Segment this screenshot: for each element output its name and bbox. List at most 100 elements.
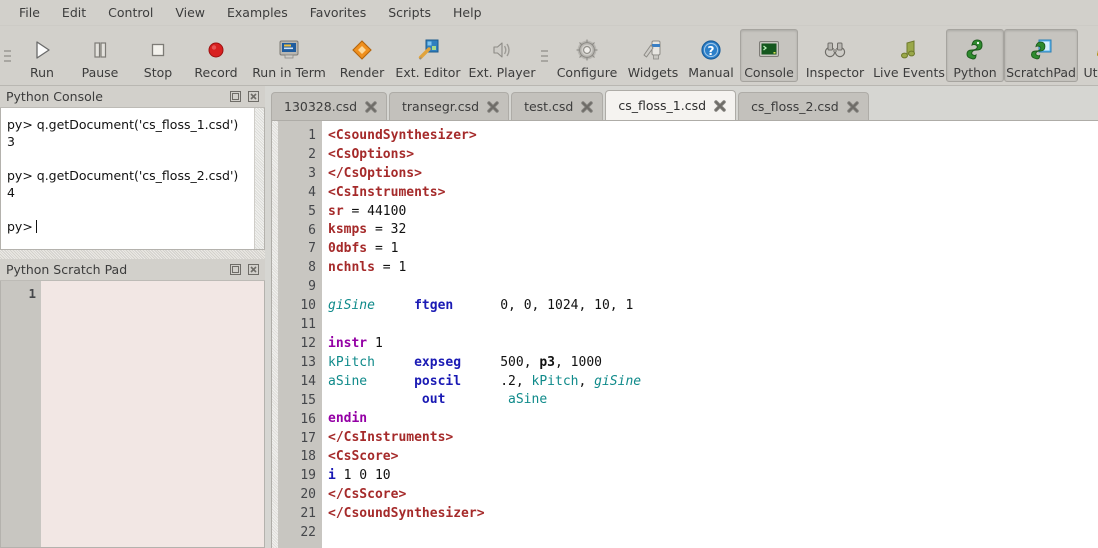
toolbar-drag-handle[interactable] — [539, 39, 550, 73]
editor-code-area[interactable]: <CsoundSynthesizer> <CsOptions> </CsOption… — [322, 121, 1098, 548]
code-token: = — [367, 241, 391, 257]
close-icon[interactable] — [246, 89, 261, 104]
editor-line-number: 22 — [300, 525, 316, 541]
code-token: p3 — [539, 354, 556, 370]
python-console-title: Python Console — [6, 89, 103, 104]
tab-close-icon[interactable] — [846, 100, 860, 114]
code-line: sr = 44100 — [328, 203, 1098, 222]
document-tabbar: 130328.csd transegr.csd test.csd cs_floss_1… — [265, 86, 1098, 120]
toolbar-drag-handle[interactable] — [2, 39, 13, 73]
toolbar-button-stop[interactable]: Stop — [129, 29, 187, 82]
scratch-pad-text[interactable] — [41, 281, 264, 547]
code-token: 32 — [390, 222, 407, 238]
code-token: 44100 — [367, 203, 407, 219]
menu-item-help[interactable]: Help — [442, 1, 493, 25]
menu-item-scripts[interactable]: Scripts — [377, 1, 442, 25]
python-console-output[interactable]: py> q.getDocument('cs_floss_1.csd') 3 py> … — [0, 108, 265, 250]
dock-splitter[interactable] — [0, 250, 265, 259]
toolbar-button-ext-editor[interactable]: Ext. Editor — [391, 29, 465, 82]
toolbar-button-widgets[interactable]: Widgets — [624, 29, 682, 82]
toolbar-button-label: Run in Term — [252, 65, 326, 80]
editor-line-number: 7 — [308, 241, 316, 257]
menu-item-file[interactable]: File — [8, 1, 51, 25]
tab-label: cs_floss_2.csd — [751, 99, 839, 114]
toolbar-button-label: Configure — [556, 65, 618, 80]
code-line: nchnls = 1 — [328, 259, 1098, 278]
code-token: </CsOptions> — [328, 165, 422, 181]
toolbar-button-configure[interactable]: Configure — [550, 29, 624, 82]
menu-item-favorites[interactable]: Favorites — [299, 1, 377, 25]
code-line: aSine poscil .2, kPitch, giSine — [328, 373, 1098, 392]
code-line: </CsScore> — [328, 486, 1098, 505]
tab-close-icon[interactable] — [713, 99, 727, 113]
float-icon[interactable] — [228, 89, 243, 104]
tab-label: transegr.csd — [402, 99, 480, 114]
code-token: i — [328, 468, 336, 484]
toolbar-button-label: Inspector — [805, 65, 865, 80]
toolbar-button-label: Stop — [143, 65, 173, 80]
console-prompt-text: py> — [7, 219, 33, 234]
terminal-run-icon — [276, 35, 302, 65]
document-tab-test-csd[interactable]: test.csd — [511, 92, 604, 120]
toolbar-button-label: Widgets — [627, 65, 679, 80]
document-tab-transegr-csd[interactable]: transegr.csd — [389, 92, 510, 120]
tab-label: cs_floss_1.csd — [618, 98, 707, 113]
console-prompt[interactable]: py> — [7, 218, 248, 235]
toolbar-button-label: Record — [194, 65, 238, 80]
toolbar-button-scratchpad[interactable]: ScratchPad — [1004, 29, 1078, 82]
toolbar-button-inspector[interactable]: Inspector — [798, 29, 872, 82]
tab-close-icon[interactable] — [364, 100, 378, 114]
close-icon[interactable] — [246, 262, 261, 277]
menu-item-edit[interactable]: Edit — [51, 1, 97, 25]
toolbar-button-ext-player[interactable]: Ext. Player — [465, 29, 539, 82]
editor-line-number: 10 — [300, 298, 316, 314]
console-scrollbar[interactable] — [254, 108, 264, 249]
code-token: <CsScore> — [328, 449, 399, 465]
tab-close-icon[interactable] — [486, 100, 500, 114]
code-token: 0dbfs — [328, 241, 368, 257]
toolbar-button-label: Ext. Editor — [395, 65, 461, 80]
toolbar-button-utilities[interactable]: Utilities — [1078, 29, 1098, 82]
float-icon[interactable] — [228, 262, 243, 277]
svg-text:?: ? — [708, 44, 715, 58]
toolbar-button-label: ScratchPad — [1006, 65, 1076, 80]
toolbar-button-label: Python — [953, 65, 997, 80]
code-line: </CsOptions> — [328, 165, 1098, 184]
toolbar-button-manual[interactable]: ? Manual — [682, 29, 740, 82]
console-icon — [756, 35, 782, 65]
toolbar-button-run[interactable]: Run — [13, 29, 71, 82]
code-line: <CsInstruments> — [328, 184, 1098, 203]
menu-item-view[interactable]: View — [164, 1, 216, 25]
toolbar-button-record[interactable]: Record — [187, 29, 245, 82]
editor-column: 130328.csd transegr.csd test.csd cs_floss_1… — [265, 86, 1098, 548]
scratch-pad-gutter: 1 — [1, 281, 41, 547]
toolbar-button-pause[interactable]: Pause — [71, 29, 129, 82]
help-circle-icon: ? — [698, 35, 724, 65]
toolbar-button-console[interactable]: Console — [740, 29, 798, 82]
code-token: = — [343, 203, 368, 219]
console-line: py> q.getDocument('cs_floss_2.csd') — [7, 168, 239, 183]
toolbar-button-python[interactable]: Python — [946, 29, 1004, 82]
menu-item-control[interactable]: Control — [97, 1, 164, 25]
toolbar-button-run-in-term[interactable]: Run in Term — [245, 29, 333, 82]
code-line: </CsInstruments> — [328, 429, 1098, 448]
code-token: endin — [328, 411, 368, 427]
toolbar-button-render[interactable]: Render — [333, 29, 391, 82]
menu-item-examples[interactable]: Examples — [216, 1, 299, 25]
toolbar-button-live-events[interactable]: Live Events — [872, 29, 946, 82]
editor-line-number: 19 — [300, 468, 316, 484]
record-icon — [203, 35, 229, 65]
csd-editor[interactable]: 1 2 3 4 5 6 7 8 9 10 11 12 13 14 15 16 17 18 19 20 21 22 <Cso… — [271, 120, 1098, 548]
code-token: ftgen — [414, 298, 454, 314]
document-tab-cs_floss_2-csd[interactable]: cs_floss_2.csd — [738, 92, 869, 120]
tab-close-icon[interactable] — [580, 100, 594, 114]
document-tab-cs_floss_1-csd[interactable]: cs_floss_1.csd — [605, 90, 737, 120]
document-tab-130328-csd[interactable]: 130328.csd — [271, 92, 388, 120]
code-token: 1 — [398, 260, 407, 276]
music-note-icon — [896, 35, 922, 65]
code-token: expseg — [414, 354, 462, 370]
scratch-line-number: 1 — [28, 286, 36, 301]
scratch-pad-editor[interactable]: 1 — [0, 281, 265, 548]
hardhat-icon — [1094, 35, 1098, 65]
